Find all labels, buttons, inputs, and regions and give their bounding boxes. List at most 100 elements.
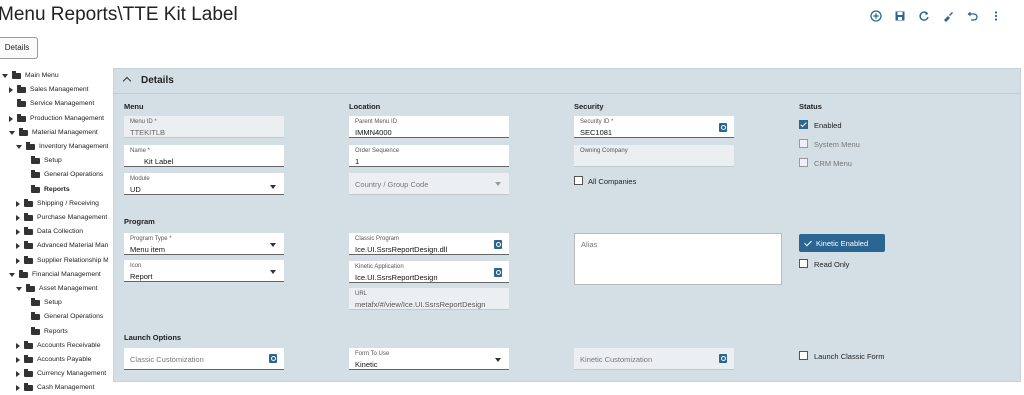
program-type-select[interactable]: Program Type * Menu item	[124, 233, 284, 255]
tree-item[interactable]: Inventory Management	[16, 141, 108, 153]
tree-item[interactable]: Data Collection	[16, 226, 83, 238]
launch-classic-form-checkbox[interactable]	[799, 351, 808, 360]
tree-item[interactable]: Reports	[23, 326, 68, 338]
tree-item[interactable]: Asset Management	[16, 283, 98, 295]
tree-item[interactable]: Shipping / Receiving	[16, 198, 99, 210]
parent-menu-id-field[interactable]: Parent Menu ID IMMN4000	[349, 116, 509, 138]
program-type-value: Menu item	[130, 245, 166, 254]
undo-icon[interactable]	[966, 9, 978, 21]
tree-item-label: General Operations	[44, 313, 104, 321]
tree-item[interactable]: Financial Management	[9, 269, 101, 281]
classic-customization-field[interactable]: Classic Customization	[124, 348, 284, 370]
folder-icon	[26, 142, 35, 150]
details-button[interactable]: Details	[0, 37, 38, 59]
search-icon[interactable]	[494, 268, 502, 277]
kinetic-customization-placeholder: Kinetic Customization	[580, 355, 653, 364]
caret-right-icon[interactable]	[9, 87, 13, 94]
tree-item[interactable]: Purchase Management	[16, 212, 107, 224]
tree-item[interactable]: Main Menu	[2, 70, 59, 82]
order-sequence-label: Order Sequence	[355, 148, 400, 154]
chevron-up-icon[interactable]	[122, 76, 132, 86]
order-sequence-field[interactable]: Order Sequence 1	[349, 145, 509, 167]
clear-icon[interactable]	[942, 9, 954, 22]
folder-icon	[24, 369, 33, 378]
tree-item[interactable]: Supplier Relationship Mar	[16, 255, 108, 267]
icon-value: Report	[130, 272, 153, 281]
save-icon[interactable]	[894, 9, 906, 21]
kinetic-enabled-toggle[interactable]: Kinetic Enabled	[799, 234, 885, 252]
caret-down-icon[interactable]	[2, 74, 8, 78]
tree-item-label: General Operations	[44, 171, 104, 179]
tree-item-label: Main Menu	[25, 72, 59, 79]
security-id-value: SEC1081	[580, 128, 613, 137]
security-id-field[interactable]: Security ID * SEC1081	[574, 116, 734, 138]
refresh-icon[interactable]	[918, 9, 930, 21]
module-select[interactable]: Module UD	[124, 173, 284, 195]
tree-item-label: Service Management	[30, 100, 95, 108]
tree-item[interactable]: Accounts Receivable	[16, 340, 100, 352]
tree-item[interactable]: General Operations	[23, 169, 103, 181]
kinetic-application-field[interactable]: Kinetic Application Ice.UI.SsrsReportDes…	[349, 261, 509, 283]
tree-item[interactable]: Service Management	[9, 98, 94, 110]
tree-item[interactable]: Setup	[23, 155, 62, 167]
section-program: Program	[124, 217, 155, 226]
icon-select[interactable]: Icon Report	[124, 260, 284, 282]
name-field[interactable]: Name * Kit Label	[124, 145, 284, 167]
tree-item[interactable]: Currency Management	[16, 368, 106, 380]
url-value: metafx/#/view/Ice.UI.SsrsReportDesign	[355, 300, 486, 309]
details-panel: Details Menu Location Security Status Pr…	[113, 68, 1021, 382]
alias-textarea[interactable]: Alias	[574, 233, 782, 285]
url-field[interactable]: URL metafx/#/view/Ice.UI.SsrsReportDesig…	[349, 288, 509, 310]
name-value: Kit Label	[144, 157, 174, 166]
all-companies-checkbox[interactable]	[574, 176, 583, 185]
owning-company-field[interactable]: Owning Company	[574, 145, 734, 167]
tree-item[interactable]: Material Management	[9, 127, 98, 139]
tree-item[interactable]: Cash Management	[16, 382, 94, 394]
caret-right-icon[interactable]	[9, 115, 13, 122]
read-only-checkbox[interactable]	[799, 259, 808, 268]
caret-right-icon[interactable]	[16, 257, 20, 264]
tree-item[interactable]: General Operations	[23, 311, 103, 323]
folder-icon	[24, 198, 33, 207]
folder-icon	[24, 213, 33, 221]
more-icon[interactable]	[990, 9, 1002, 21]
system-menu-checkbox[interactable]	[799, 139, 808, 148]
caret-right-icon[interactable]	[16, 385, 20, 392]
url-label: URL	[355, 291, 368, 297]
details-panel-header[interactable]: Details	[114, 69, 1020, 94]
caret-down-icon[interactable]	[16, 287, 22, 291]
tree-item[interactable]: Production Management	[9, 113, 104, 125]
caret-right-icon[interactable]	[16, 357, 20, 363]
add-icon[interactable]	[870, 9, 882, 22]
caret-right-icon[interactable]	[16, 215, 20, 221]
caret-right-icon[interactable]	[16, 229, 20, 236]
caret-down-icon[interactable]	[9, 272, 15, 277]
tree-item-label: Asset Management	[39, 285, 98, 292]
all-companies-label: All Companies	[588, 177, 637, 186]
caret-down-icon[interactable]	[9, 130, 15, 135]
caret-right-icon[interactable]	[16, 243, 20, 250]
classic-program-field[interactable]: Classic Program Ice.UI.SsrsReportDesign.…	[349, 233, 509, 255]
tree-item[interactable]: Reports	[23, 184, 70, 196]
enabled-checkbox[interactable]	[799, 120, 808, 129]
caret-right-icon[interactable]	[16, 371, 20, 378]
menu-id-field[interactable]: Menu ID * TTEKITLB	[124, 116, 284, 138]
search-icon[interactable]	[269, 354, 277, 363]
search-icon[interactable]	[719, 123, 727, 132]
caret-down-icon[interactable]	[16, 145, 22, 149]
tree-item[interactable]: Advanced Material Manag	[16, 240, 108, 252]
caret-right-icon[interactable]	[16, 342, 20, 349]
search-icon[interactable]	[719, 354, 727, 363]
tree-item[interactable]: Sales Management	[9, 84, 89, 96]
kinetic-customization-field[interactable]: Kinetic Customization	[574, 348, 734, 370]
menu-id-value: TTEKITLB	[130, 128, 166, 137]
crm-menu-checkbox[interactable]	[799, 158, 808, 167]
country-group-code-select[interactable]: Country / Group Code	[349, 173, 509, 195]
tree-item-label: Inventory Management	[39, 143, 108, 150]
search-icon[interactable]	[494, 240, 502, 249]
form-to-use-select[interactable]: Form To Use Kinetic	[349, 348, 509, 370]
tree-item-label: Supplier Relationship Mar	[37, 256, 108, 264]
caret-right-icon[interactable]	[16, 200, 20, 207]
tree-item[interactable]: Accounts Payable	[16, 354, 91, 366]
tree-item[interactable]: Setup	[23, 297, 62, 309]
